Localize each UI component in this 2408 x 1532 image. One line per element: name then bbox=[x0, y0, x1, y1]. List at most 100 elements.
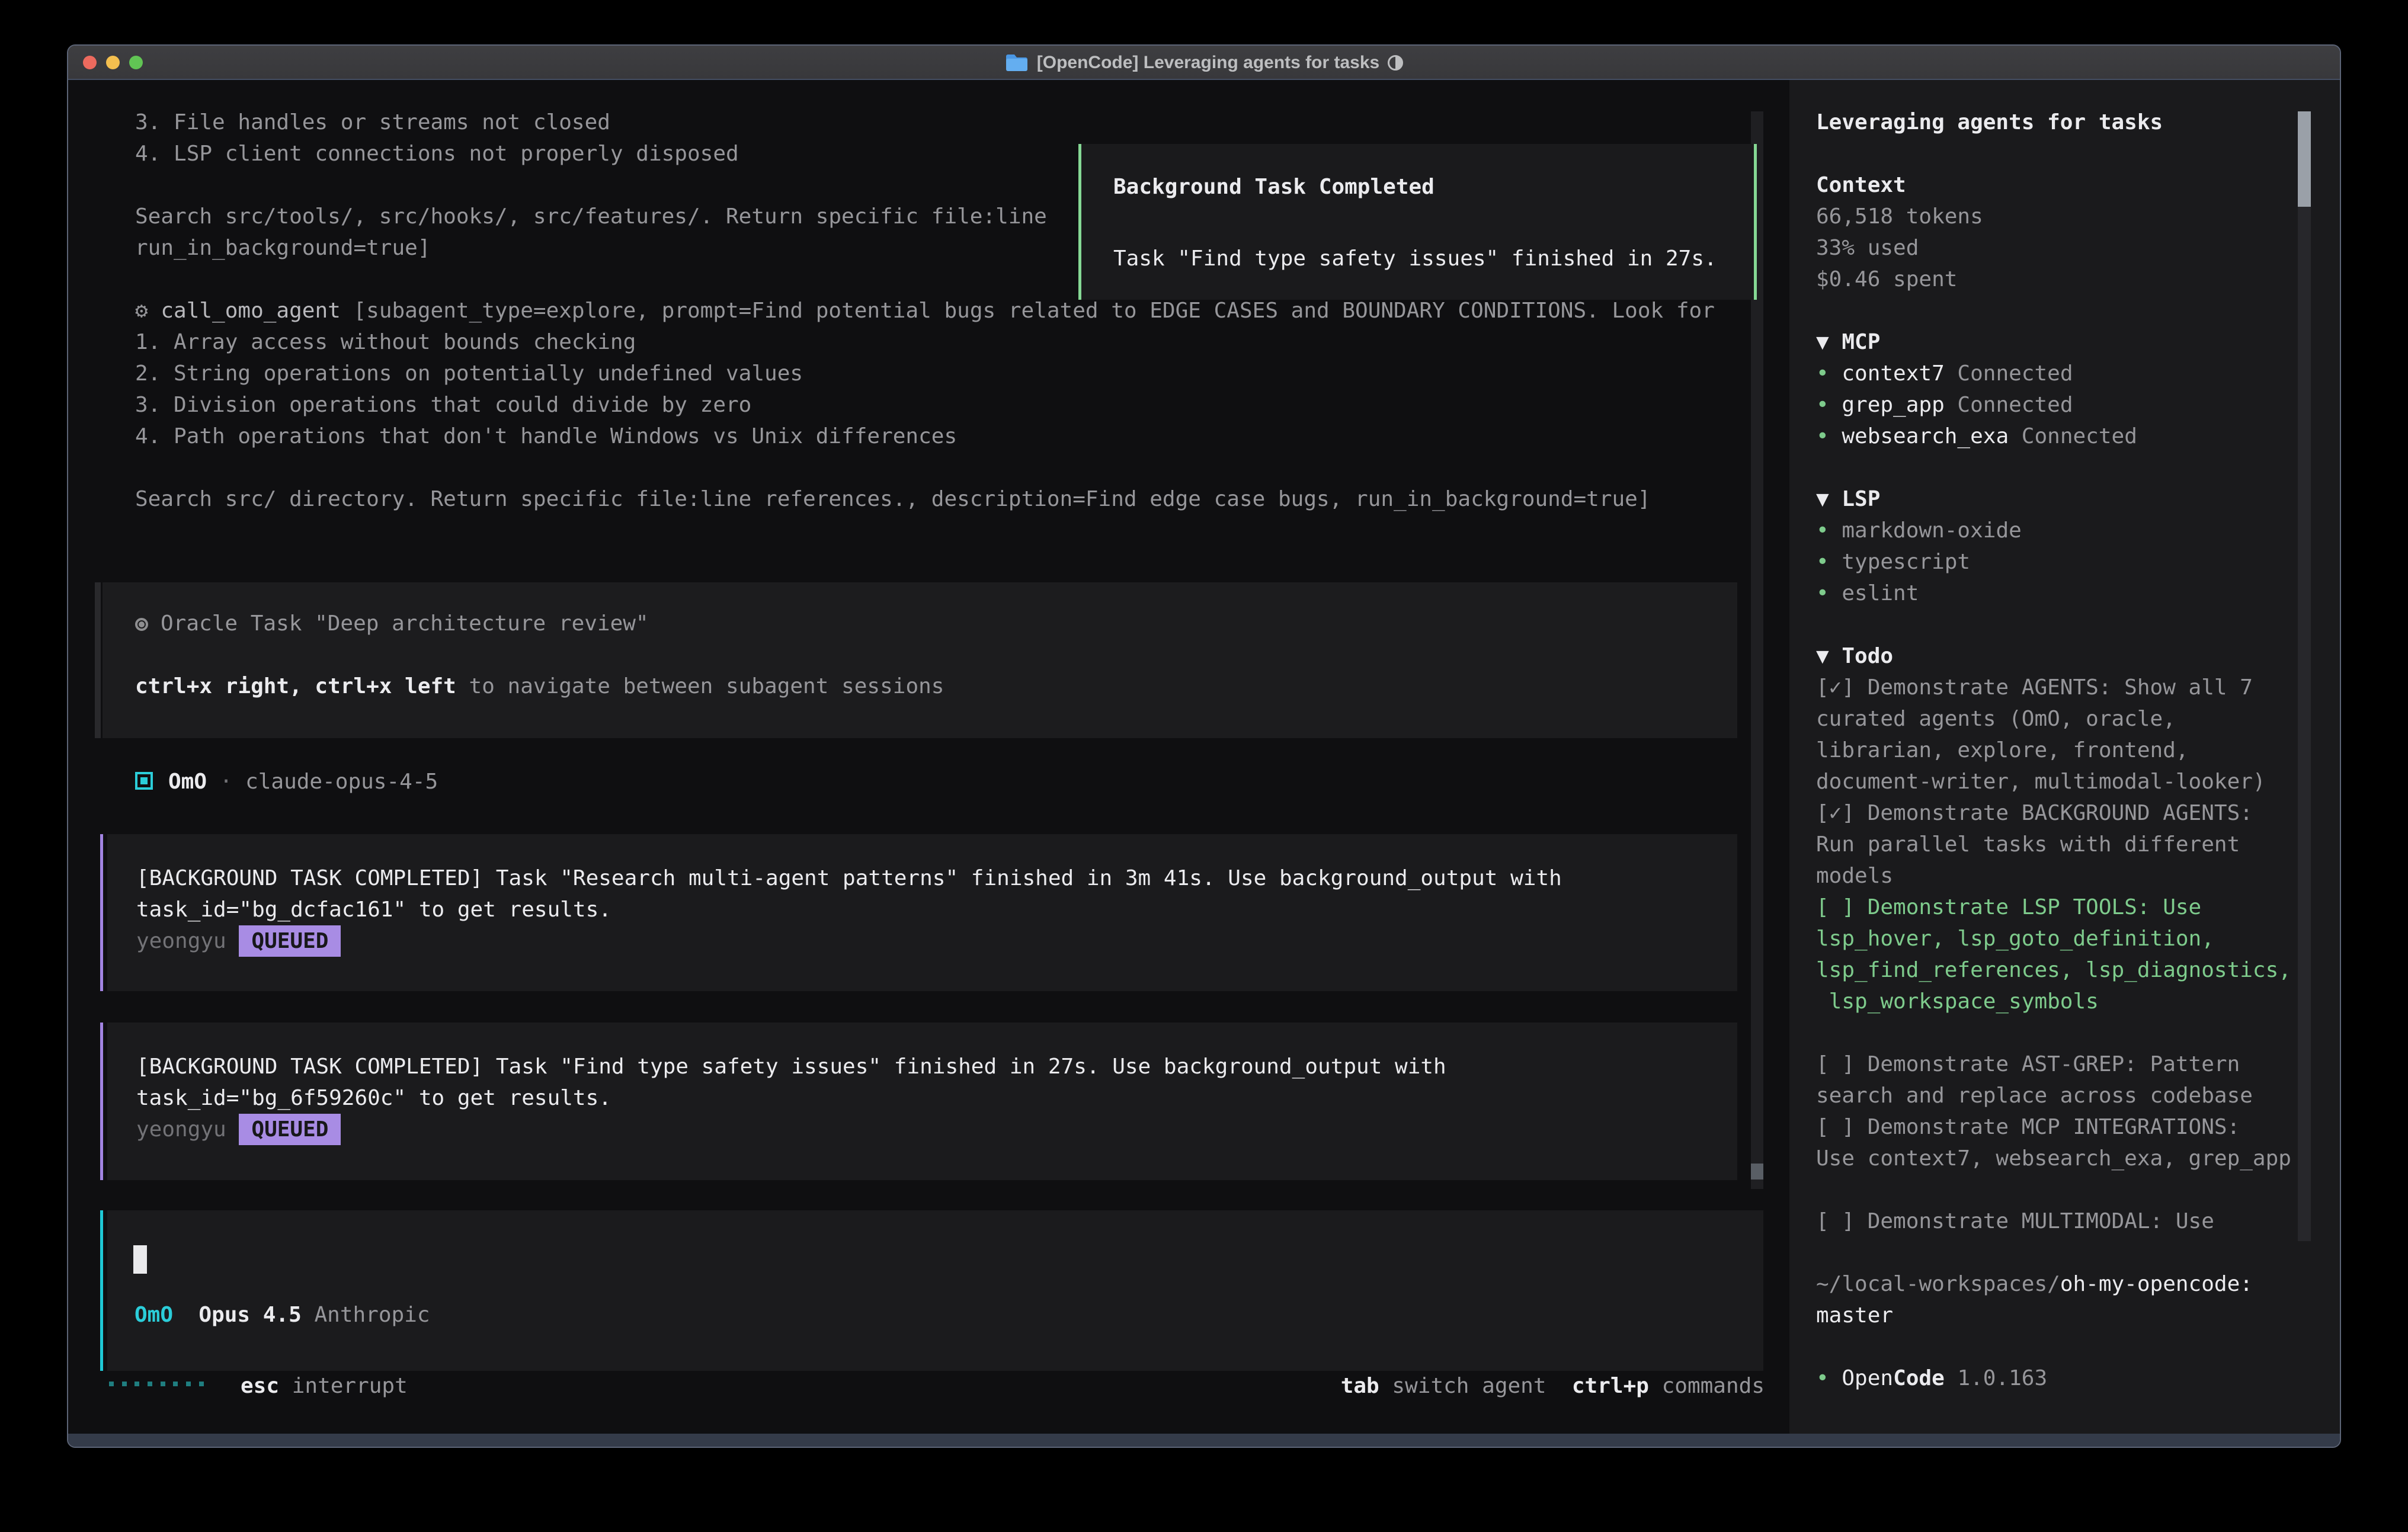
task-message: task_id="bg_6f59260c" to get results. bbox=[136, 1086, 611, 1110]
text-segment: • bbox=[1816, 361, 1842, 386]
task-box-text: [BACKGROUND TASK COMPLETED] Task "Find t… bbox=[136, 1051, 1446, 1145]
chat-line: 3. File handles or streams not closed bbox=[135, 107, 1715, 138]
prompt-input[interactable]: OmO Opus 4.5 Anthropic bbox=[100, 1210, 1763, 1371]
sidebar-content: Leveraging agents for tasksContext66,518… bbox=[1816, 107, 2291, 1394]
text-segment: [subagent_type=explore, prompt=Find pote… bbox=[341, 299, 1715, 323]
text-segment: 3. File handles or streams not closed bbox=[135, 110, 610, 134]
text-segment: Search src/ directory. Return specific f… bbox=[135, 487, 1651, 511]
titlebar[interactable]: [OpenCode] Leveraging agents for tasks bbox=[68, 46, 2340, 80]
text-segment: [✓] Demonstrate AGENTS: Show all 7 bbox=[1816, 675, 2253, 700]
spinner-dots bbox=[109, 1382, 212, 1386]
oracle-task-box[interactable]: Oracle Task "Deep architecture review" c… bbox=[95, 582, 1737, 738]
toast-title: Background Task Completed bbox=[1113, 171, 1434, 203]
sidebar-line: Run parallel tasks with different bbox=[1816, 829, 2291, 860]
text-segment: call_omo_agent bbox=[161, 299, 340, 323]
agent-name: OmO bbox=[168, 770, 207, 794]
spinner-dot bbox=[186, 1382, 191, 1386]
chat-line: 1. Array access without bounds checking bbox=[135, 326, 1715, 358]
text-segment: • bbox=[1816, 1366, 1842, 1390]
toast-notification[interactable]: Background Task Completed Task "Find typ… bbox=[1078, 144, 1757, 300]
text-segment: ▼ bbox=[1816, 487, 1842, 511]
spacer bbox=[302, 1303, 315, 1327]
spinner-dot bbox=[135, 1382, 139, 1386]
spinner-dot bbox=[161, 1382, 165, 1386]
sidebar-line: ~/local-workspaces/oh-my-opencode: bbox=[1816, 1268, 2291, 1300]
text-segment: 33% used bbox=[1816, 236, 1919, 260]
sidebar-scrollbar-thumb[interactable] bbox=[2298, 111, 2311, 207]
sidebar-line: [ ] Demonstrate LSP TOOLS: Use bbox=[1816, 892, 2291, 923]
sidebar-scrollbar[interactable] bbox=[2298, 111, 2311, 1241]
toast-title-text: Background Task Completed bbox=[1113, 175, 1434, 199]
agent-model: claude-opus-4-5 bbox=[245, 770, 438, 794]
agent-square-icon bbox=[135, 772, 153, 790]
text-segment: curated agents (OmO, oracle, bbox=[1816, 707, 2176, 731]
sidebar-line: • OpenCode 1.0.163 bbox=[1816, 1363, 2291, 1394]
oracle-keys: ctrl+x right, ctrl+x left bbox=[135, 674, 456, 698]
radio-icon bbox=[135, 618, 148, 631]
spacer bbox=[279, 1374, 292, 1398]
text-segment: oh-my-opencode: bbox=[2060, 1272, 2253, 1296]
text-segment: • bbox=[1816, 581, 1842, 605]
sidebar-line: document-writer, multimodal-looker) bbox=[1816, 766, 2291, 797]
text-segment: Search src/tools/, src/hooks/, src/featu… bbox=[135, 204, 1047, 229]
spinner-dot bbox=[122, 1382, 127, 1386]
text-segment: 66,518 tokens bbox=[1816, 204, 1983, 229]
spinner-dot bbox=[148, 1382, 152, 1386]
text-segment: websearch_exa bbox=[1842, 424, 2009, 448]
text-segment: lsp_hover, lsp_goto_definition, bbox=[1816, 927, 2214, 951]
sidebar: Leveraging agents for tasksContext66,518… bbox=[1789, 80, 2340, 1434]
status-key: ctrl+p bbox=[1572, 1374, 1649, 1398]
sidebar-line: [ ] Demonstrate MULTIMODAL: Use bbox=[1816, 1206, 2291, 1237]
text-segment: Code bbox=[1893, 1366, 1945, 1390]
text-cursor bbox=[133, 1245, 147, 1274]
task-author: yeongyu bbox=[136, 1117, 226, 1142]
oracle-title: Oracle Task "Deep architecture review" bbox=[161, 611, 649, 636]
text-segment: Use context7, websearch_exa, grep_app bbox=[1816, 1146, 2291, 1171]
sidebar-line: [ ] Demonstrate MCP INTEGRATIONS: bbox=[1816, 1111, 2291, 1143]
task-accent-bar bbox=[100, 834, 103, 991]
sidebar-line: curated agents (OmO, oracle, bbox=[1816, 703, 2291, 735]
chat-line: 3. Division operations that could divide… bbox=[135, 389, 1715, 421]
text-segment: grep_app bbox=[1842, 393, 1944, 417]
input-agent-name: OmO bbox=[135, 1303, 173, 1327]
task-box-research[interactable]: [BACKGROUND TASK COMPLETED] Task "Resear… bbox=[100, 834, 1737, 991]
chat-line: Search src/ directory. Return specific f… bbox=[135, 483, 1715, 515]
sidebar-line bbox=[1816, 1331, 2291, 1363]
chat-line: 4. Path operations that don't handle Win… bbox=[135, 421, 1715, 452]
text-segment: 4. LSP client connections not properly d… bbox=[135, 142, 739, 166]
input-footer: OmO Opus 4.5 Anthropic bbox=[135, 1299, 430, 1331]
text-segment: MCP bbox=[1842, 330, 1880, 354]
spacer bbox=[1379, 1374, 1392, 1398]
status-hints-right: tab switch agent ctrl+p commands bbox=[1341, 1370, 1765, 1402]
sidebar-line bbox=[1816, 1237, 2291, 1268]
text-segment: [✓] Demonstrate BACKGROUND AGENTS: bbox=[1816, 801, 2253, 825]
task-message-line: task_id="bg_6f59260c" to get results. bbox=[136, 1082, 1446, 1114]
task-box-text: [BACKGROUND TASK COMPLETED] Task "Resear… bbox=[136, 863, 1562, 957]
screen: [OpenCode] Leveraging agents for tasks 3… bbox=[0, 0, 2408, 1532]
window-content: 3. File handles or streams not closed 4. … bbox=[68, 80, 2340, 1434]
sidebar-line: • eslint bbox=[1816, 578, 2291, 609]
sidebar-line bbox=[1816, 452, 2291, 483]
agent-row: OmO · claude-opus-4-5 bbox=[135, 766, 438, 797]
chat-line: 2. String operations on potentially unde… bbox=[135, 358, 1715, 389]
sidebar-line: Leveraging agents for tasks bbox=[1816, 107, 2291, 138]
window-title: [OpenCode] Leveraging agents for tasks bbox=[1037, 46, 1379, 80]
sidebar-line: • context7 Connected bbox=[1816, 358, 2291, 389]
sidebar-line: master bbox=[1816, 1300, 2291, 1331]
input-accent-bar bbox=[100, 1210, 103, 1371]
text-segment: Connected bbox=[1945, 361, 2073, 386]
status-label: commands bbox=[1662, 1374, 1765, 1398]
task-box-typesafety[interactable]: [BACKGROUND TASK COMPLETED] Task "Find t… bbox=[100, 1023, 1737, 1180]
status-badge-queued: QUEUED bbox=[239, 1114, 341, 1145]
sidebar-line: lsp_workspace_symbols bbox=[1816, 986, 2291, 1017]
text-segment: markdown-oxide bbox=[1842, 518, 2021, 543]
toast-body-text: Task "Find type safety issues" finished … bbox=[1113, 246, 1717, 271]
sidebar-line bbox=[1816, 1174, 2291, 1206]
text-segment: ▼ bbox=[1816, 330, 1842, 354]
text-segment: ~/local-workspaces/ bbox=[1816, 1272, 2060, 1296]
input-provider: Anthropic bbox=[314, 1303, 430, 1327]
text-segment: search and replace across codebase bbox=[1816, 1084, 2253, 1108]
text-segment: eslint bbox=[1842, 581, 1919, 605]
chat-scrollbar-handle[interactable] bbox=[1751, 1164, 1763, 1180]
status-label: switch agent bbox=[1392, 1374, 1546, 1398]
